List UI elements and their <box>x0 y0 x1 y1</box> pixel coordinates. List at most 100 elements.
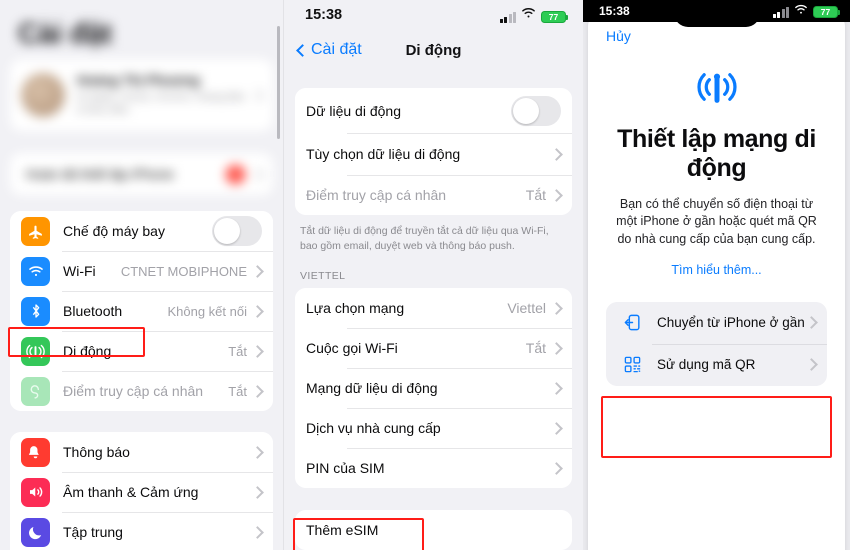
chevron-right-icon <box>805 358 818 372</box>
sheet-title: Thiết lập mạng di động <box>617 125 816 183</box>
signal-bars-icon <box>499 12 516 23</box>
back-button-label: Cài đặt <box>311 41 362 58</box>
panel-cellular-settings: 15:38 77 Cài đặt Di động Dữ liệu di động… <box>283 0 583 550</box>
device-notch <box>673 0 760 27</box>
row-sim-pin[interactable]: PIN của SIM <box>295 448 572 489</box>
scrollbar-thumb[interactable] <box>277 26 280 139</box>
sidebar-item-notifications[interactable]: Thông báo <box>10 432 273 472</box>
sidebar-item-airplane-mode[interactable]: Chế độ máy bay <box>10 211 273 251</box>
row-label: Hoàn tất thiết lập iPhone <box>26 166 174 182</box>
finish-setup-group: Hoàn tất thiết lập iPhone 1 <box>10 153 273 195</box>
chevron-right-icon <box>805 316 818 330</box>
back-button[interactable]: Cài đặt <box>296 41 362 59</box>
row-use-qr-code[interactable]: Sử dụng mã QR <box>606 343 827 386</box>
battery-level: 77 <box>820 6 831 17</box>
wifi-icon <box>21 256 50 286</box>
notifications-group: Thông báo Âm thanh & Cảm ứng Tập trung <box>10 432 273 550</box>
learn-more-link[interactable]: Tìm hiểu thêm... <box>606 249 827 277</box>
chevron-right-icon <box>550 342 563 355</box>
row-cellular-data-network[interactable]: Mạng dữ liệu di động <box>295 368 572 409</box>
row-wifi-calling[interactable]: Cuộc gọi Wi-Fi Tắt <box>295 328 572 369</box>
cancel-button[interactable]: Hủy <box>606 28 631 44</box>
row-network-selection[interactable]: Lựa chọn mạng Viettel <box>295 288 572 329</box>
row-value: Tắt <box>228 343 247 359</box>
navigation-bar: Cài đặt Di động <box>284 30 583 70</box>
add-esim-label: Thêm eSIM <box>306 522 379 539</box>
modal-sheet: Hủy Thiết lập mạng di động Bạn có thể ch… <box>588 14 845 550</box>
panel-settings-root: Cài đặt Hoàng Thị Phượng ID Apple, iClou… <box>0 0 283 550</box>
chevron-right-icon <box>550 462 563 475</box>
sidebar-item-label: Tập trung <box>63 524 123 540</box>
sidebar-item-label: Wi-Fi <box>63 263 96 279</box>
row-label: Dữ liệu di động <box>306 102 401 119</box>
chevron-right-icon <box>251 167 264 181</box>
row-transfer-from-nearby-iphone[interactable]: Chuyển từ iPhone ở gần <box>606 302 827 344</box>
hotspot-icon <box>21 376 50 406</box>
sidebar-item-label: Chế độ máy bay <box>63 223 165 239</box>
chevron-right-icon <box>550 188 563 202</box>
account-name: Hoàng Thị Phượng <box>77 72 200 88</box>
blurred-privacy-region: Cài đặt Hoàng Thị Phượng ID Apple, iClou… <box>0 0 283 195</box>
user-avatar <box>21 73 65 117</box>
battery-indicator: 77 <box>541 10 568 23</box>
chevron-right-icon <box>251 304 264 318</box>
cellular-data-footnote: Tắt dữ liệu di động để truyền tắt cả dữ … <box>300 225 549 253</box>
sidebar-item-label: Bluetooth <box>63 303 123 319</box>
chevron-right-icon <box>251 264 264 278</box>
wifi-icon <box>794 4 808 18</box>
status-badge: 1 <box>226 164 245 184</box>
carrier-section-header: VIETTEL <box>300 270 346 283</box>
chevron-right-icon <box>550 147 563 161</box>
row-value: Không kết nối <box>167 303 247 319</box>
cellular-icon <box>21 336 50 366</box>
wifi-icon <box>521 7 536 23</box>
carrier-group: Lựa chọn mạng Viettel Cuộc gọi Wi-Fi Tắt… <box>295 288 572 489</box>
sidebar-item-personal-hotspot[interactable]: Điểm truy cập cá nhân Tắt <box>10 371 273 411</box>
row-label: Lựa chọn mạng <box>306 300 405 317</box>
row-label: Tùy chọn dữ liệu di động <box>306 146 461 162</box>
sidebar-item-focus[interactable]: Tập trung <box>10 512 273 550</box>
connectivity-group: Chế độ máy bay Wi-Fi CTNET MOBIPHONE Blu… <box>10 211 273 411</box>
row-label: Cuộc gọi Wi-Fi <box>306 340 398 357</box>
panel-esim-setup-sheet: 15:38 77 Hủy Thiết lập mạng di động Bạn … <box>583 0 850 550</box>
chevron-right-icon <box>251 88 264 102</box>
sidebar-item-bluetooth[interactable]: Bluetooth Không kết nối <box>10 291 273 331</box>
row-personal-hotspot[interactable]: Điểm truy cập cá nhân Tắt <box>295 175 572 215</box>
row-value: Viettel <box>507 300 546 317</box>
bluetooth-icon <box>21 296 50 326</box>
row-value: CTNET MOBIPHONE <box>120 263 247 279</box>
status-bar-time: 15:38 <box>305 7 343 23</box>
chevron-right-icon <box>251 384 264 398</box>
sidebar-item-sounds-haptics[interactable]: Âm thanh & Cảm ứng <box>10 472 273 512</box>
status-bar-time: 15:38 <box>599 4 630 18</box>
row-value: Tắt <box>525 187 546 203</box>
signal-bars-icon <box>772 7 789 18</box>
row-value: Tắt <box>525 340 546 357</box>
row-cellular-data[interactable]: Dữ liệu di động <box>295 88 572 133</box>
esim-options-group: Chuyển từ iPhone ở gần Sử dụng mã QR <box>606 301 827 386</box>
chevron-right-icon <box>251 445 264 459</box>
row-label: Chuyển từ iPhone ở gần <box>657 315 805 331</box>
transfer-iphone-icon <box>617 313 647 332</box>
chevron-right-icon <box>550 302 563 315</box>
bell-icon <box>21 437 50 467</box>
row-carrier-services[interactable]: Dịch vụ nhà cung cấp <box>295 408 572 449</box>
cellular-data-toggle[interactable] <box>511 95 561 126</box>
sidebar-item-cellular[interactable]: Di động Tắt <box>10 331 273 371</box>
chevron-right-icon <box>251 485 264 499</box>
cellular-data-group: Dữ liệu di động Tùy chọn dữ liệu di động… <box>295 88 572 215</box>
apple-account-row[interactable]: Hoàng Thị Phượng ID Apple, iCloud, Chrom… <box>10 59 273 131</box>
row-label: Mạng dữ liệu di động <box>306 380 438 397</box>
chevron-right-icon <box>251 525 264 539</box>
row-label: Dịch vụ nhà cung cấp <box>306 420 441 437</box>
row-add-esim[interactable]: Thêm eSIM <box>295 510 572 550</box>
sidebar-item-wifi[interactable]: Wi-Fi CTNET MOBIPHONE <box>10 251 273 291</box>
battery-level: 77 <box>548 11 559 22</box>
row-label: Điểm truy cập cá nhân <box>306 187 447 203</box>
speaker-icon <box>21 477 50 507</box>
chevron-right-icon <box>251 344 264 358</box>
sidebar-item-label: Âm thanh & Cảm ứng <box>63 484 199 500</box>
row-cellular-data-options[interactable]: Tùy chọn dữ liệu di động <box>295 133 572 175</box>
airplane-mode-toggle[interactable] <box>212 216 262 246</box>
row-finish-setup[interactable]: Hoàn tất thiết lập iPhone 1 <box>10 153 273 195</box>
